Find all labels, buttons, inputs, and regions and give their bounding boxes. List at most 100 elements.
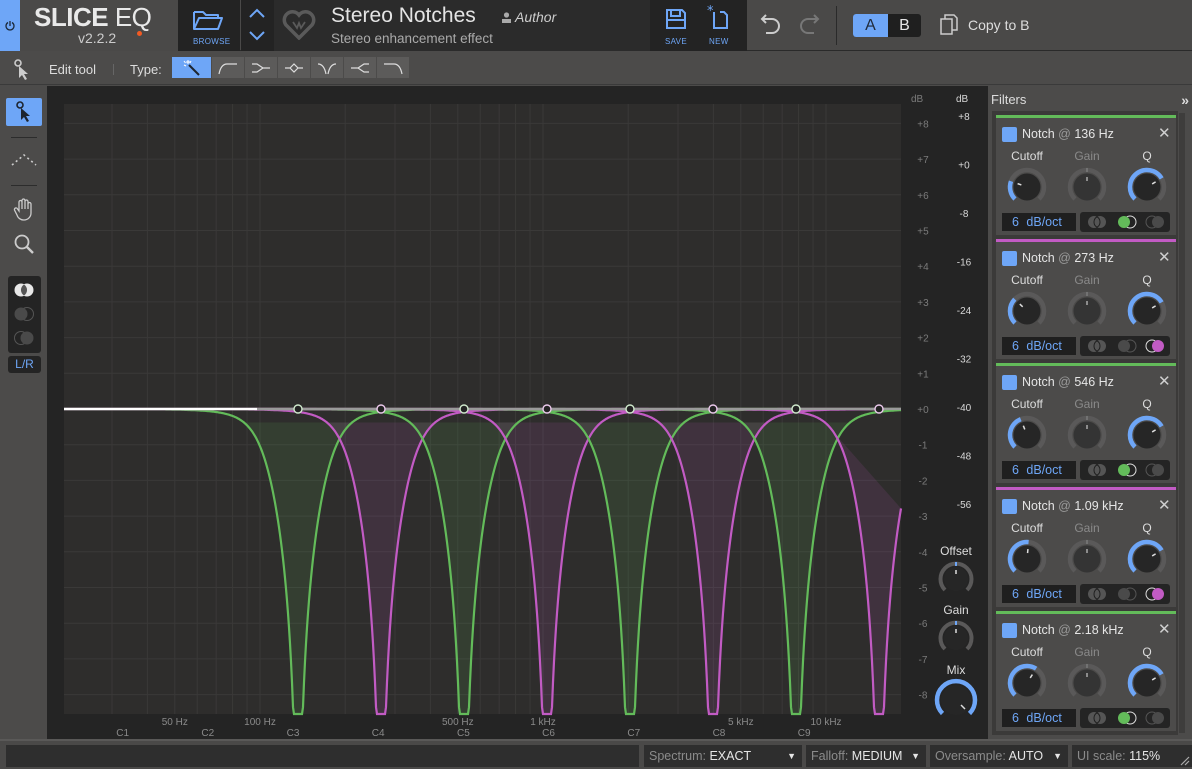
slope-selector[interactable]: 6 dB/oct	[1002, 585, 1076, 603]
cutoff-knob[interactable]	[1005, 537, 1049, 581]
band-enable-checkbox[interactable]	[1002, 499, 1017, 514]
gain-knob[interactable]	[1065, 289, 1109, 333]
remove-band-button[interactable]: ✕	[1158, 496, 1171, 514]
gain-knob[interactable]	[1065, 537, 1109, 581]
mid-placement-icon[interactable]	[1116, 339, 1138, 353]
band-node[interactable]	[293, 404, 303, 414]
state-a-button[interactable]: A	[853, 14, 888, 37]
band-node[interactable]	[791, 404, 801, 414]
browse-button[interactable]: BROWSE	[178, 0, 240, 51]
filter-title[interactable]: Notch @ 136 Hz	[1022, 127, 1114, 141]
output-gain-knob[interactable]	[938, 620, 974, 651]
filters-scrollbar[interactable]	[1179, 113, 1185, 733]
q-knob[interactable]	[1125, 537, 1169, 581]
cutoff-knob[interactable]	[1005, 289, 1049, 333]
side-mode-icon[interactable]	[13, 330, 35, 346]
edit-tool-icon[interactable]	[13, 59, 31, 81]
band-node[interactable]	[459, 404, 469, 414]
slope-selector[interactable]: 6 dB/oct	[1002, 337, 1076, 355]
gain-knob[interactable]	[1065, 165, 1109, 209]
save-button[interactable]: SAVE	[662, 0, 692, 51]
side-placement-icon[interactable]	[1144, 463, 1166, 477]
mid-placement-icon[interactable]	[1116, 711, 1138, 725]
band-node[interactable]	[376, 404, 386, 414]
next-preset-icon[interactable]	[248, 30, 266, 42]
q-knob[interactable]	[1125, 289, 1169, 333]
pan-tool-button[interactable]	[6, 196, 42, 224]
band-node[interactable]	[542, 404, 552, 414]
band-node[interactable]	[874, 404, 884, 414]
cutoff-knob[interactable]	[1005, 661, 1049, 705]
mid-placement-icon[interactable]	[1116, 215, 1138, 229]
stereo-placement-icon[interactable]	[1086, 215, 1108, 229]
type-high-cut-button[interactable]	[377, 57, 409, 78]
band-enable-checkbox[interactable]	[1002, 623, 1017, 638]
mix-knob[interactable]	[934, 678, 978, 716]
q-knob[interactable]	[1125, 413, 1169, 457]
collapse-panel-button[interactable]: »	[1181, 92, 1189, 108]
lr-mode-button[interactable]: L/R	[8, 356, 41, 373]
filter-title[interactable]: Notch @ 1.09 kHz	[1022, 499, 1124, 513]
remove-band-button[interactable]: ✕	[1158, 248, 1171, 266]
type-low-shelf-button[interactable]	[245, 57, 277, 78]
cutoff-knob[interactable]	[1005, 413, 1049, 457]
zoom-tool-button[interactable]	[6, 230, 42, 258]
stereo-placement-icon[interactable]	[1086, 711, 1108, 725]
preset-name[interactable]: Stereo Notches	[331, 4, 476, 28]
type-bell-button[interactable]	[278, 57, 310, 78]
remove-band-button[interactable]: ✕	[1158, 124, 1171, 142]
remove-band-button[interactable]: ✕	[1158, 620, 1171, 638]
type-notch-button[interactable]	[311, 57, 343, 78]
stereo-mode-icon[interactable]	[13, 282, 35, 298]
draw-tool-button[interactable]	[6, 146, 42, 174]
redo-icon[interactable]	[798, 12, 820, 38]
band-enable-checkbox[interactable]	[1002, 251, 1017, 266]
band-enable-checkbox[interactable]	[1002, 375, 1017, 390]
note-label: C4	[372, 728, 385, 739]
cutoff-knob[interactable]	[1005, 165, 1049, 209]
band-node[interactable]	[708, 404, 718, 414]
filter-title[interactable]: Notch @ 546 Hz	[1022, 375, 1114, 389]
gain-knob[interactable]	[1065, 661, 1109, 705]
mid-mode-icon[interactable]	[13, 306, 35, 322]
state-b-button[interactable]: B	[888, 14, 921, 37]
favorite-button[interactable]	[274, 0, 322, 51]
gain-knob[interactable]	[1065, 413, 1109, 457]
ui-scale-field[interactable]: UI scale: 115%	[1072, 745, 1192, 767]
oversample-select[interactable]: Oversample: AUTO ▼	[930, 745, 1068, 767]
type-high-shelf-button[interactable]	[344, 57, 376, 78]
resize-grip-icon[interactable]	[1178, 754, 1190, 766]
remove-band-button[interactable]: ✕	[1158, 372, 1171, 390]
offset-knob[interactable]	[938, 561, 974, 592]
previous-preset-icon[interactable]	[248, 7, 266, 19]
stereo-placement-icon[interactable]	[1086, 463, 1108, 477]
undo-icon[interactable]	[760, 12, 782, 38]
slope-selector[interactable]: 6 dB/oct	[1002, 461, 1076, 479]
side-placement-icon[interactable]	[1144, 339, 1166, 353]
new-button[interactable]: * NEW	[704, 0, 734, 51]
slope-selector[interactable]: 6 dB/oct	[1002, 709, 1076, 727]
band-node[interactable]	[625, 404, 635, 414]
stereo-placement-icon[interactable]	[1086, 339, 1108, 353]
slope-selector[interactable]: 6 dB/oct	[1002, 213, 1076, 231]
power-button[interactable]	[0, 0, 20, 51]
side-placement-icon[interactable]	[1144, 711, 1166, 725]
spectrum-select[interactable]: Spectrum: EXACT ▼	[644, 745, 802, 767]
q-knob[interactable]	[1125, 661, 1169, 705]
eq-graph[interactable]: dB dB +8 +7 +6 +5 +4 +3 +2 +1 +0 -1 -2 -3 -4 -5 -6 -7 -8…	[47, 86, 988, 739]
pointer-tool-button[interactable]	[6, 98, 42, 126]
mid-placement-icon[interactable]	[1116, 463, 1138, 477]
type-low-cut-button[interactable]	[212, 57, 244, 78]
side-placement-icon[interactable]	[1144, 215, 1166, 229]
copy-to-b-button[interactable]: Copy to B	[940, 13, 1029, 37]
filter-title[interactable]: Notch @ 2.18 kHz	[1022, 623, 1124, 637]
filter-title[interactable]: Notch @ 273 Hz	[1022, 251, 1114, 265]
side-placement-icon[interactable]	[1144, 587, 1166, 601]
falloff-select[interactable]: Falloff: MEDIUM ▼	[806, 745, 926, 767]
stereo-placement-icon[interactable]	[1086, 587, 1108, 601]
type-auto-button[interactable]	[172, 57, 211, 78]
band-enable-checkbox[interactable]	[1002, 127, 1017, 142]
mid-placement-icon[interactable]	[1116, 587, 1138, 601]
q-knob[interactable]	[1125, 165, 1169, 209]
eq-graph-area[interactable]: dB dB +8 +7 +6 +5 +4 +3 +2 +1 +0 -1 -2 -3 -4 -5 -6 -7 -8…	[47, 86, 988, 739]
